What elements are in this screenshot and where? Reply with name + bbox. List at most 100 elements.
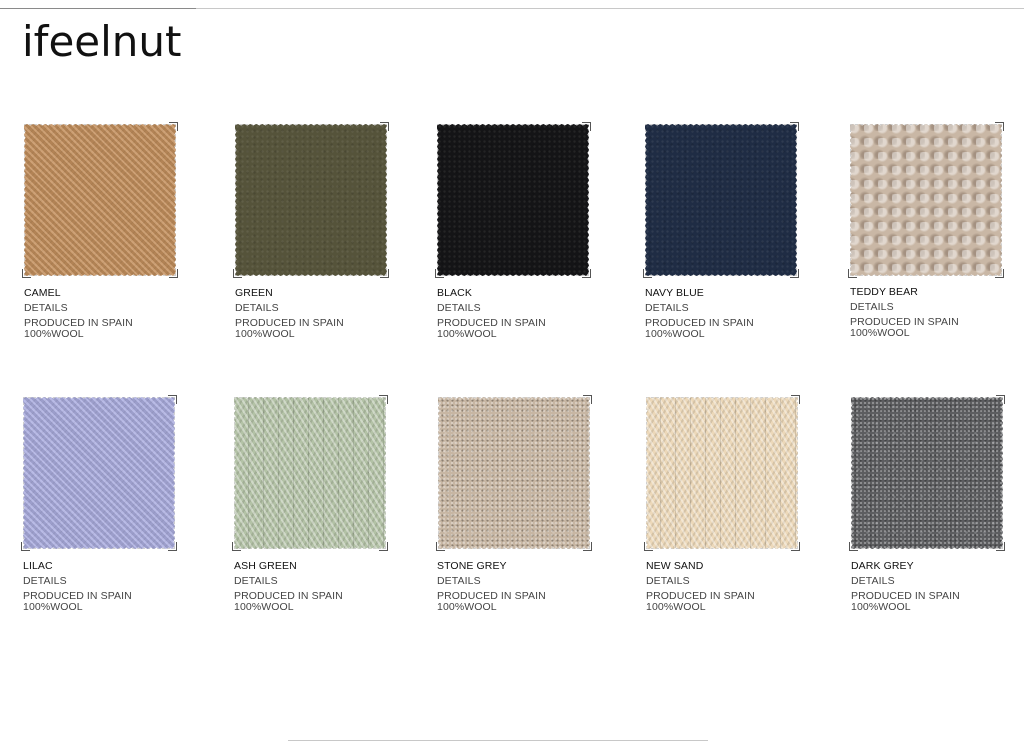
details-link[interactable]: DETAILS	[437, 303, 589, 314]
fabric-texture	[24, 124, 176, 276]
swatch-label: DARK GREY DETAILS PRODUCED IN SPAIN 100%…	[851, 561, 1003, 613]
fabric-swatch-image[interactable]	[233, 122, 389, 278]
swatch-composition: 100%WOOL	[646, 601, 706, 613]
corner-mark	[435, 269, 444, 278]
swatch-composition: 100%WOOL	[851, 601, 911, 613]
corner-mark	[583, 542, 592, 551]
fabric-texture	[850, 124, 1002, 276]
swatch-composition: 100%WOOL	[437, 601, 497, 613]
swatch-label: NAVY BLUE DETAILS PRODUCED IN SPAIN 100%…	[645, 288, 797, 340]
swatch-composition: 100%WOOL	[645, 328, 705, 340]
corner-mark	[790, 269, 799, 278]
corner-mark	[169, 122, 178, 131]
fabric-texture	[646, 397, 798, 549]
swatch-card: NAVY BLUE DETAILS PRODUCED IN SPAIN 100%…	[643, 122, 799, 340]
swatch-card: STONE GREY DETAILS PRODUCED IN SPAIN 100…	[436, 395, 592, 613]
corner-mark	[380, 269, 389, 278]
corner-mark	[996, 542, 1005, 551]
fabric-swatch-image[interactable]	[643, 122, 799, 278]
details-link[interactable]: DETAILS	[24, 303, 176, 314]
fabric-swatch-image[interactable]	[435, 122, 591, 278]
swatch-label: STONE GREY DETAILS PRODUCED IN SPAIN 100…	[437, 561, 590, 613]
details-link[interactable]: DETAILS	[437, 576, 590, 587]
corner-mark	[995, 122, 1004, 131]
corner-mark	[643, 269, 652, 278]
corner-mark	[380, 122, 389, 131]
corner-mark	[582, 122, 591, 131]
swatch-label: TEDDY BEAR DETAILS PRODUCED IN SPAIN 100…	[850, 287, 1002, 339]
fabric-texture	[437, 124, 589, 276]
fabric-swatch-image[interactable]	[644, 395, 800, 551]
swatch-composition: 100%WOOL	[23, 601, 83, 613]
corner-mark	[583, 395, 592, 404]
swatch-name: BLACK	[437, 287, 472, 299]
corner-mark	[582, 269, 591, 278]
swatch-name: NAVY BLUE	[645, 287, 704, 299]
corner-mark	[379, 542, 388, 551]
corner-mark	[169, 269, 178, 278]
swatch-name: TEDDY BEAR	[850, 286, 918, 298]
swatch-card: LILAC DETAILS PRODUCED IN SPAIN 100%WOOL	[21, 395, 177, 613]
swatch-card: BLACK DETAILS PRODUCED IN SPAIN 100%WOOL	[435, 122, 591, 340]
swatch-name: STONE GREY	[437, 560, 507, 572]
corner-mark	[168, 395, 177, 404]
details-link[interactable]: DETAILS	[851, 576, 1003, 587]
corner-mark	[995, 269, 1004, 278]
fabric-texture	[234, 397, 386, 549]
swatch-label: CAMEL DETAILS PRODUCED IN SPAIN 100%WOOL	[24, 288, 176, 340]
corner-mark	[22, 269, 31, 278]
swatch-card: TEDDY BEAR DETAILS PRODUCED IN SPAIN 100…	[848, 122, 1004, 339]
swatch-card: NEW SAND DETAILS PRODUCED IN SPAIN 100%W…	[644, 395, 800, 613]
details-link[interactable]: DETAILS	[850, 302, 1002, 313]
swatch-label: BLACK DETAILS PRODUCED IN SPAIN 100%WOOL	[437, 288, 589, 340]
swatch-name: NEW SAND	[646, 560, 704, 572]
swatch-composition: 100%WOOL	[235, 328, 295, 340]
fabric-swatch-image[interactable]	[21, 395, 177, 551]
swatch-name: ASH GREEN	[234, 560, 297, 572]
swatch-name: LILAC	[23, 560, 53, 572]
fabric-swatch-image[interactable]	[22, 122, 178, 278]
fabric-texture	[235, 124, 387, 276]
corner-mark	[233, 269, 242, 278]
details-link[interactable]: DETAILS	[645, 303, 797, 314]
top-divider-accent	[0, 8, 196, 9]
corner-mark	[168, 542, 177, 551]
corner-mark	[791, 395, 800, 404]
corner-mark	[644, 542, 653, 551]
swatch-card: GREEN DETAILS PRODUCED IN SPAIN 100%WOOL	[233, 122, 389, 340]
corner-mark	[790, 122, 799, 131]
swatch-card: DARK GREY DETAILS PRODUCED IN SPAIN 100%…	[849, 395, 1005, 613]
swatch-name: DARK GREY	[851, 560, 914, 572]
swatch-label: LILAC DETAILS PRODUCED IN SPAIN 100%WOOL	[23, 561, 175, 613]
fabric-texture	[23, 397, 175, 549]
fabric-texture	[851, 397, 1003, 549]
details-link[interactable]: DETAILS	[23, 576, 175, 587]
swatch-name: GREEN	[235, 287, 273, 299]
corner-mark	[21, 542, 30, 551]
swatch-composition: 100%WOOL	[850, 327, 910, 339]
details-link[interactable]: DETAILS	[646, 576, 798, 587]
bottom-divider	[288, 740, 708, 741]
corner-mark	[996, 395, 1005, 404]
details-link[interactable]: DETAILS	[235, 303, 387, 314]
swatch-name: CAMEL	[24, 287, 61, 299]
fabric-swatch-image[interactable]	[849, 395, 1005, 551]
fabric-texture	[438, 397, 590, 549]
swatch-composition: 100%WOOL	[234, 601, 294, 613]
corner-mark	[849, 542, 858, 551]
corner-mark	[436, 542, 445, 551]
swatch-card: ASH GREEN DETAILS PRODUCED IN SPAIN 100%…	[232, 395, 388, 613]
brand-logo: ifeelnut	[22, 17, 182, 66]
swatch-label: ASH GREEN DETAILS PRODUCED IN SPAIN 100%…	[234, 561, 386, 613]
fabric-swatch-image[interactable]	[436, 395, 592, 551]
fabric-texture	[645, 124, 797, 276]
fabric-swatch-image[interactable]	[848, 122, 1004, 278]
swatch-label: NEW SAND DETAILS PRODUCED IN SPAIN 100%W…	[646, 561, 798, 613]
corner-mark	[848, 269, 857, 278]
swatch-card: CAMEL DETAILS PRODUCED IN SPAIN 100%WOOL	[22, 122, 178, 340]
fabric-swatch-image[interactable]	[232, 395, 388, 551]
swatch-composition: 100%WOOL	[24, 328, 84, 340]
details-link[interactable]: DETAILS	[234, 576, 386, 587]
swatch-composition: 100%WOOL	[437, 328, 497, 340]
corner-mark	[379, 395, 388, 404]
